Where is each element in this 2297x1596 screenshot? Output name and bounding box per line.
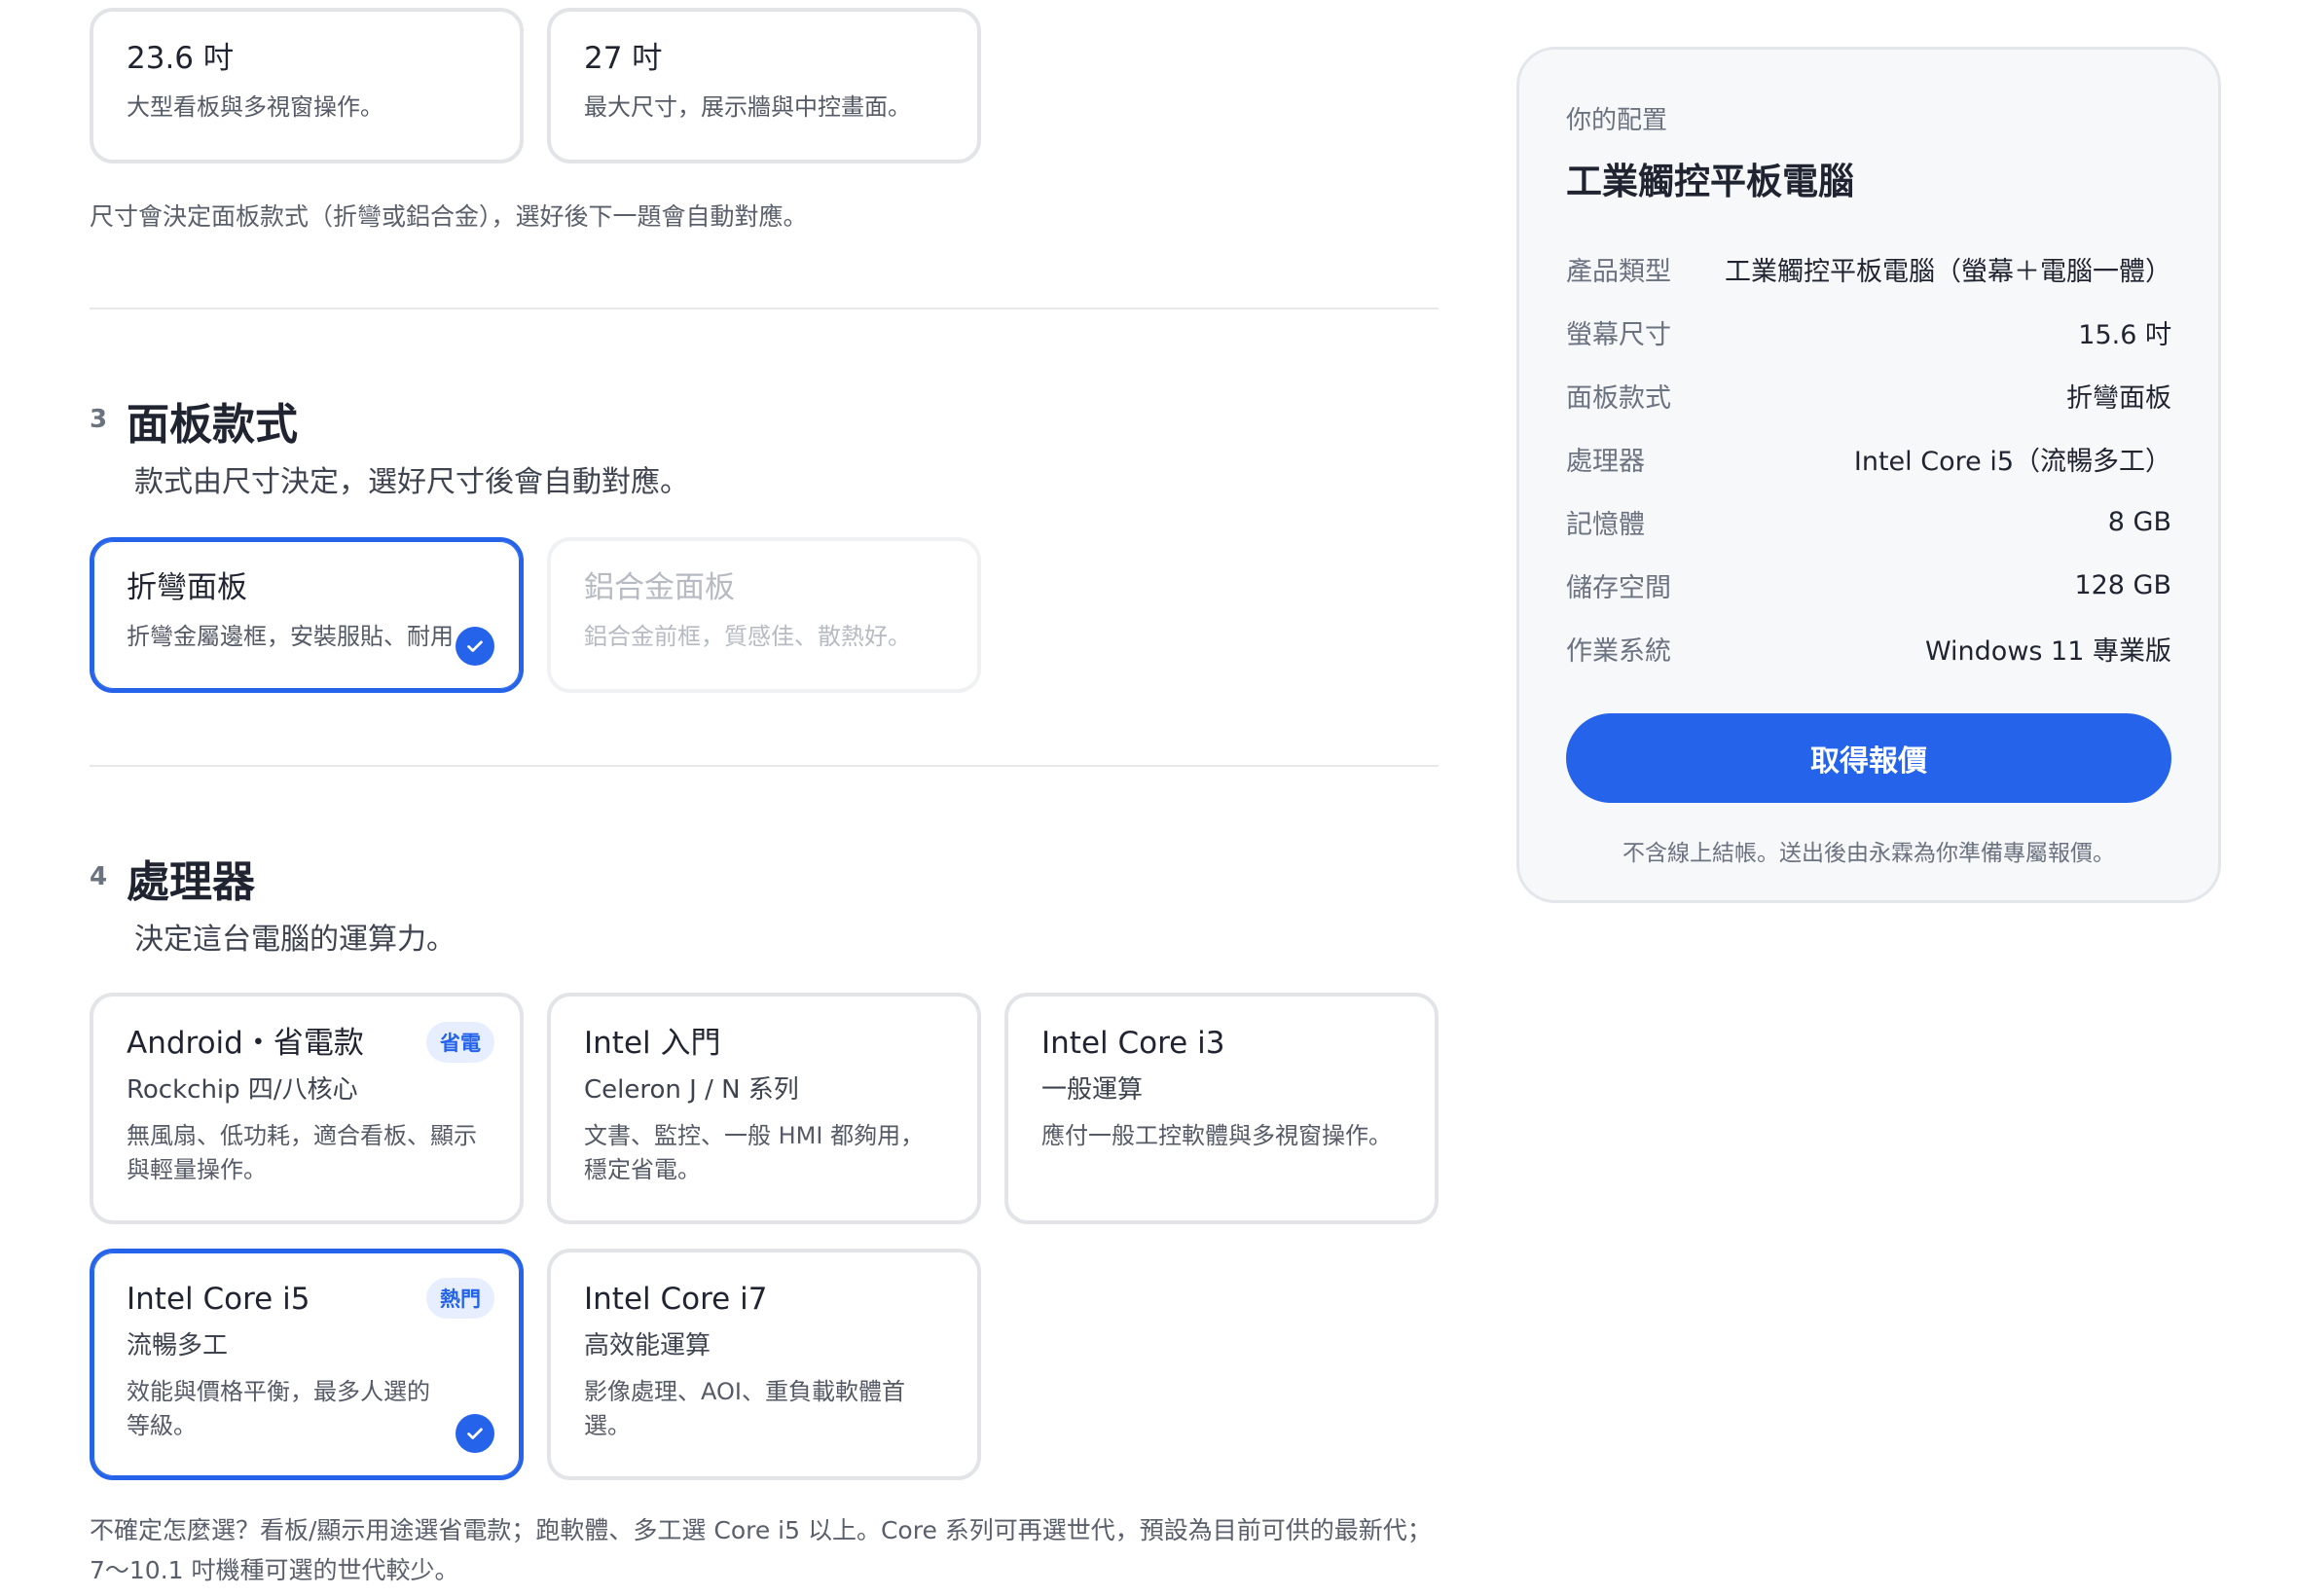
option-title: Intel 入門: [584, 1026, 721, 1061]
summary-row-product-type: 產品類型 工業觸控平板電腦（螢幕＋電腦一體）: [1566, 237, 2171, 301]
option-desc: 大型看板與多視窗操作。: [127, 93, 383, 122]
summary-row-processor: 處理器 Intel Core i5（流暢多工）: [1566, 427, 2171, 490]
option-desc: 應付一般工控軟體與多視窗操作。: [1041, 1122, 1392, 1150]
row-key: 儲存空間: [1566, 573, 1671, 603]
summary-row-panel-style: 面板款式 折彎面板: [1566, 364, 2171, 427]
cpu-option-core-i3[interactable]: Intel Core i3 一般運算 應付一般工控軟體與多視窗操作。: [1004, 993, 1439, 1224]
section-title-panel: 面板款式: [127, 400, 298, 450]
section-number: 4: [90, 862, 108, 891]
row-key: 螢幕尺寸: [1566, 320, 1671, 350]
option-subtitle: 高效能運算: [584, 1331, 711, 1361]
size-note: 尺寸會決定面板款式（折彎或鋁合金），選好後下一題會自動對應。: [90, 202, 808, 231]
option-desc: 效能與價格平衡，最多人選的等級。: [127, 1378, 430, 1440]
row-value: Windows 11 專業版: [1924, 636, 2171, 667]
option-desc: 鋁合金前框，質感佳、散熱好。: [584, 623, 911, 651]
option-desc: 文書、監控、一般 HMI 都夠用，穩定省電。: [584, 1122, 925, 1184]
option-subtitle: Rockchip 四/八核心: [127, 1075, 358, 1106]
power-saving-badge: 省電: [426, 1022, 494, 1063]
section-desc-cpu: 決定這台電腦的運算力。: [134, 923, 456, 957]
summary-row-storage: 儲存空間 128 GB: [1566, 554, 2171, 617]
cpu-option-intel-entry[interactable]: Intel 入門 Celeron J / N 系列 文書、監控、一般 HMI 都…: [547, 993, 981, 1224]
row-key: 作業系統: [1566, 636, 1671, 667]
check-icon: [456, 627, 494, 666]
summary-rows: 產品類型 工業觸控平板電腦（螢幕＋電腦一體） 螢幕尺寸 15.6 吋 面板款式 …: [1566, 237, 2171, 680]
option-desc: 影像處理、AOI、重負載軟體首選。: [584, 1378, 905, 1440]
row-key: 記憶體: [1566, 510, 1645, 540]
panel-option-aluminum: 鋁合金面板 鋁合金前框，質感佳、散熱好。: [547, 537, 981, 693]
summary-label: 你的配置: [1566, 106, 1668, 135]
option-subtitle: Celeron J / N 系列: [584, 1075, 799, 1106]
option-title: 27 吋: [584, 41, 663, 76]
section-divider: [90, 765, 1439, 767]
quote-disclaimer: 不含線上結帳。送出後由永霖為你準備專屬報價。: [1622, 841, 2115, 866]
option-title: 23.6 吋: [127, 41, 234, 76]
row-value: 8 GB: [2107, 507, 2171, 537]
configuration-summary-panel: 你的配置 工業觸控平板電腦 產品類型 工業觸控平板電腦（螢幕＋電腦一體） 螢幕尺…: [1516, 47, 2221, 903]
option-subtitle: 一般運算: [1041, 1075, 1144, 1106]
cpu-option-android[interactable]: Android・省電款 Rockchip 四/八核心 無風扇、低功耗，適合看板、…: [90, 993, 524, 1224]
row-value: 128 GB: [2074, 570, 2171, 600]
summary-row-memory: 記憶體 8 GB: [1566, 490, 2171, 554]
option-desc: 折彎金屬邊框，安裝服貼、耐用: [127, 623, 454, 651]
section-number: 3: [90, 405, 108, 434]
cpu-note: 不確定怎麼選？看板/顯示用途選省電款；跑軟體、多工選 Core i5 以上。Co…: [90, 1516, 1432, 1585]
section-divider: [90, 308, 1439, 309]
size-option-23-6[interactable]: 23.6 吋 大型看板與多視窗操作。: [90, 8, 524, 163]
row-value: 15.6 吋: [2078, 320, 2171, 350]
option-desc: 無風扇、低功耗，適合看板、顯示與輕量操作。: [127, 1122, 477, 1184]
panel-option-bent[interactable]: 折彎面板 折彎金屬邊框，安裝服貼、耐用: [90, 537, 524, 693]
popular-badge: 熱門: [426, 1278, 494, 1319]
option-title: Intel Core i7: [584, 1282, 768, 1317]
option-title: 鋁合金面板: [584, 570, 735, 605]
size-option-27[interactable]: 27 吋 最大尺寸，展示牆與中控畫面。: [547, 8, 981, 163]
cpu-option-core-i5[interactable]: Intel Core i5 流暢多工 效能與價格平衡，最多人選的等級。 熱門: [90, 1249, 524, 1480]
option-title: 折彎面板: [127, 570, 247, 605]
row-value: 折彎面板: [2066, 383, 2171, 414]
row-key: 產品類型: [1566, 257, 1671, 287]
option-subtitle: 流暢多工: [127, 1331, 229, 1361]
summary-title: 工業觸控平板電腦: [1566, 161, 1854, 202]
option-title: Intel Core i3: [1041, 1026, 1225, 1061]
summary-row-screen-size: 螢幕尺寸 15.6 吋: [1566, 301, 2171, 364]
check-icon: [456, 1414, 494, 1453]
row-value: 工業觸控平板電腦（螢幕＋電腦一體）: [1725, 257, 2171, 287]
row-key: 處理器: [1566, 447, 1645, 477]
get-quote-button[interactable]: 取得報價: [1566, 713, 2171, 803]
row-value: Intel Core i5（流暢多工）: [1853, 447, 2171, 477]
summary-row-os: 作業系統 Windows 11 專業版: [1566, 617, 2171, 680]
option-desc: 最大尺寸，展示牆與中控畫面。: [584, 93, 911, 122]
cpu-option-core-i7[interactable]: Intel Core i7 高效能運算 影像處理、AOI、重負載軟體首選。: [547, 1249, 981, 1480]
row-key: 面板款式: [1566, 383, 1671, 414]
section-title-cpu: 處理器: [127, 857, 255, 907]
section-desc-panel: 款式由尺寸決定，選好尺寸後會自動對應。: [134, 465, 689, 499]
